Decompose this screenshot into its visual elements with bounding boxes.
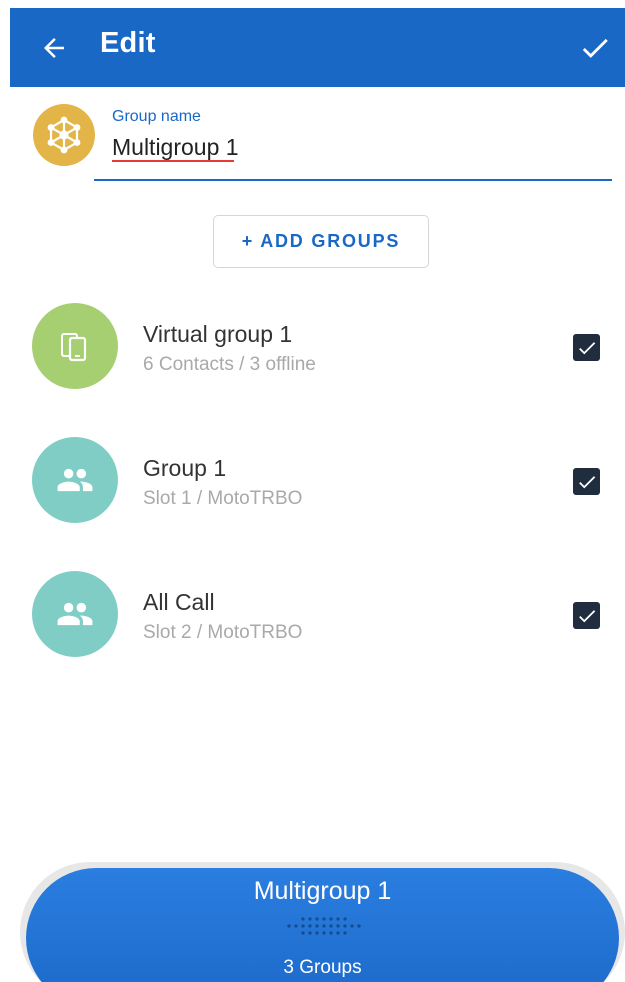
group-checkbox[interactable] — [573, 334, 600, 361]
people-icon — [57, 602, 93, 626]
group-avatar-talkgroup — [32, 437, 118, 523]
group-checkbox[interactable] — [573, 602, 600, 629]
group-subtitle: Slot 2 / MotoTRBO — [143, 622, 303, 643]
group-title: Group 1 — [143, 455, 227, 481]
group-title: Virtual group 1 — [143, 321, 293, 347]
input-underline — [94, 179, 612, 181]
top-app-bar: Edit — [10, 8, 625, 87]
group-name-input[interactable] — [112, 132, 592, 162]
checkmark-icon — [578, 609, 595, 622]
checkmark-icon — [578, 341, 595, 354]
grip-dots-icon — [287, 917, 361, 935]
ptt-group-name: Multigroup 1 — [253, 877, 392, 905]
group-subtitle: 6 Contacts / 3 offline — [143, 354, 316, 375]
devices-icon — [61, 333, 87, 362]
group-avatar-talkgroup — [32, 571, 118, 657]
edit-multigroup-screen: Edit Group name Multigroup 1 + ADD GROUP… — [0, 0, 625, 982]
save-button[interactable] — [573, 26, 617, 70]
people-icon — [57, 468, 93, 492]
ptt-group-count: 3 Groups — [283, 957, 362, 978]
spellcheck-underline — [112, 160, 234, 162]
group-list-item[interactable]: All Call Slot 2 / MotoTRBO — [0, 571, 625, 671]
group-avatar-virtual — [32, 303, 118, 389]
group-name-field: Group name — [94, 100, 612, 182]
group-subtitle: Slot 1 / MotoTRBO — [143, 488, 303, 509]
group-name-label: Group name — [112, 108, 201, 125]
network-hub-icon — [47, 116, 81, 154]
page-title: Edit — [100, 27, 156, 59]
group-list-item[interactable]: Group 1 Slot 1 / MotoTRBO — [0, 437, 625, 537]
group-checkbox[interactable] — [573, 468, 600, 495]
group-title: All Call — [143, 589, 215, 615]
back-button[interactable] — [34, 28, 74, 68]
push-to-talk-button[interactable]: Multigroup 1 3 Groups — [26, 868, 619, 982]
arrow-left-icon — [44, 38, 64, 58]
group-list-item[interactable]: Virtual group 1 6 Contacts / 3 offline — [0, 303, 625, 403]
checkmark-icon — [578, 475, 595, 488]
add-groups-button[interactable]: + ADD GROUPS — [213, 215, 429, 268]
group-avatar — [33, 104, 95, 166]
check-icon — [582, 38, 608, 58]
